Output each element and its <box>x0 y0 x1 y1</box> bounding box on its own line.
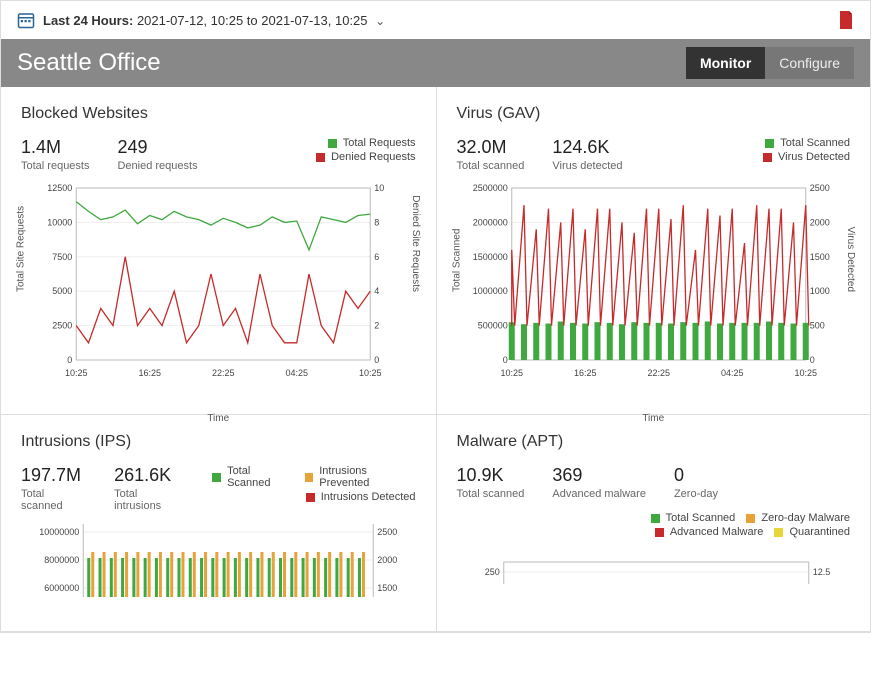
header-bar: Seattle Office Monitor Configure <box>1 39 870 87</box>
stat-apt-advanced: 369 Advanced malware <box>552 465 646 500</box>
header-tabs: Monitor Configure <box>686 47 854 79</box>
stat-apt-zeroday: 0 Zero-day <box>674 465 718 500</box>
panel-malware: Malware (APT) 10.9K Total scanned 369 Ad… <box>436 415 871 632</box>
svg-text:10:25: 10:25 <box>359 368 382 378</box>
svg-text:1000000: 1000000 <box>472 286 507 296</box>
stat-total-requests: 1.4M Total requests <box>21 137 89 172</box>
svg-text:12500: 12500 <box>47 183 72 193</box>
calendar-icon <box>17 11 35 29</box>
panel-virus: Virus (GAV) 32.0M Total scanned 124.6K V… <box>436 87 871 415</box>
chart-malware: 250 12.5 <box>457 544 851 619</box>
svg-text:500000: 500000 <box>477 321 507 331</box>
svg-text:2000: 2000 <box>809 217 829 227</box>
svg-text:10000000: 10000000 <box>39 527 79 537</box>
stat-total-scanned: 32.0M Total scanned <box>457 137 525 172</box>
svg-text:6: 6 <box>374 252 379 262</box>
svg-text:0: 0 <box>374 355 379 365</box>
legend-blocked: Total Requests Denied Requests <box>316 137 415 172</box>
svg-text:2500: 2500 <box>809 183 829 193</box>
svg-text:12.5: 12.5 <box>812 567 830 577</box>
svg-text:1500: 1500 <box>809 252 829 262</box>
svg-text:6000000: 6000000 <box>44 583 79 593</box>
svg-text:1500000: 1500000 <box>472 252 507 262</box>
tab-monitor[interactable]: Monitor <box>686 47 765 79</box>
tab-configure[interactable]: Configure <box>765 47 854 79</box>
svg-text:2000: 2000 <box>377 555 397 565</box>
legend-virus: Total Scanned Virus Detected <box>763 137 850 172</box>
chart-intrusions: 10000000 2500 8000000 2000 6000000 1500 <box>21 522 416 597</box>
ylabel-left: Total Site Requests <box>16 206 27 292</box>
svg-text:16:25: 16:25 <box>138 368 161 378</box>
chart-virus: Total Scanned Virus Detected 00500000500… <box>457 182 851 402</box>
svg-text:2500000: 2500000 <box>472 183 507 193</box>
date-range-label: Last 24 Hours: <box>43 13 133 28</box>
svg-text:8: 8 <box>374 217 379 227</box>
svg-text:500: 500 <box>809 321 824 331</box>
topbar: Last 24 Hours: 2021-07-12, 10:25 to 2021… <box>1 1 870 39</box>
svg-text:04:25: 04:25 <box>720 368 743 378</box>
xlabel: Time <box>207 413 229 424</box>
svg-text:10:25: 10:25 <box>65 368 88 378</box>
svg-text:0: 0 <box>67 355 72 365</box>
svg-text:10000: 10000 <box>47 217 72 227</box>
ylabel-right: Denied Site Requests <box>410 195 421 292</box>
svg-text:04:25: 04:25 <box>285 368 308 378</box>
svg-text:5000: 5000 <box>52 286 72 296</box>
svg-text:2500: 2500 <box>52 321 72 331</box>
svg-text:0: 0 <box>809 355 814 365</box>
svg-text:7500: 7500 <box>52 252 72 262</box>
svg-text:10: 10 <box>374 183 384 193</box>
stat-denied-requests: 249 Denied requests <box>117 137 197 172</box>
svg-text:10:25: 10:25 <box>500 368 523 378</box>
page-title: Seattle Office <box>17 49 161 77</box>
svg-text:2000000: 2000000 <box>472 217 507 227</box>
stat-apt-scanned: 10.9K Total scanned <box>457 465 525 500</box>
pdf-export-icon[interactable] <box>838 11 854 29</box>
panel-title: Malware (APT) <box>457 433 851 451</box>
svg-text:1500: 1500 <box>377 583 397 593</box>
date-range[interactable]: Last 24 Hours: 2021-07-12, 10:25 to 2021… <box>43 13 385 28</box>
stat-virus-detected: 124.6K Virus detected <box>552 137 622 172</box>
panel-title: Intrusions (IPS) <box>21 433 416 451</box>
stat-ips-scanned: 197.7M Total scanned <box>21 465 86 512</box>
panel-intrusions: Intrusions (IPS) 197.7M Total scanned 26… <box>1 415 436 632</box>
svg-text:8000000: 8000000 <box>44 555 79 565</box>
swatch-green <box>328 139 337 148</box>
legend-apt: Total Scanned Zero-day Malware Advanced … <box>457 512 851 538</box>
svg-text:4: 4 <box>374 286 379 296</box>
svg-text:2: 2 <box>374 321 379 331</box>
date-range-value: 2021-07-12, 10:25 to 2021-07-13, 10:25 <box>137 13 368 28</box>
legend-ips: Total Scanned Intrusions Prevented Intru… <box>212 465 415 512</box>
svg-text:10:25: 10:25 <box>794 368 817 378</box>
panel-blocked-websites: Blocked Websites 1.4M Total requests 249… <box>1 87 436 415</box>
svg-text:22:25: 22:25 <box>647 368 670 378</box>
chart-blocked: Total Site Requests Denied Site Requests… <box>21 182 416 402</box>
panel-title: Virus (GAV) <box>457 105 851 123</box>
swatch-red <box>316 153 325 162</box>
svg-text:250: 250 <box>484 567 499 577</box>
svg-text:16:25: 16:25 <box>573 368 596 378</box>
stat-ips-intrusions: 261.6K Total intrusions <box>114 465 184 512</box>
panel-title: Blocked Websites <box>21 105 416 123</box>
svg-text:2500: 2500 <box>377 527 397 537</box>
svg-text:0: 0 <box>502 355 507 365</box>
svg-text:22:25: 22:25 <box>212 368 235 378</box>
chevron-down-icon[interactable]: ⌄ <box>375 14 385 28</box>
svg-text:1000: 1000 <box>809 286 829 296</box>
